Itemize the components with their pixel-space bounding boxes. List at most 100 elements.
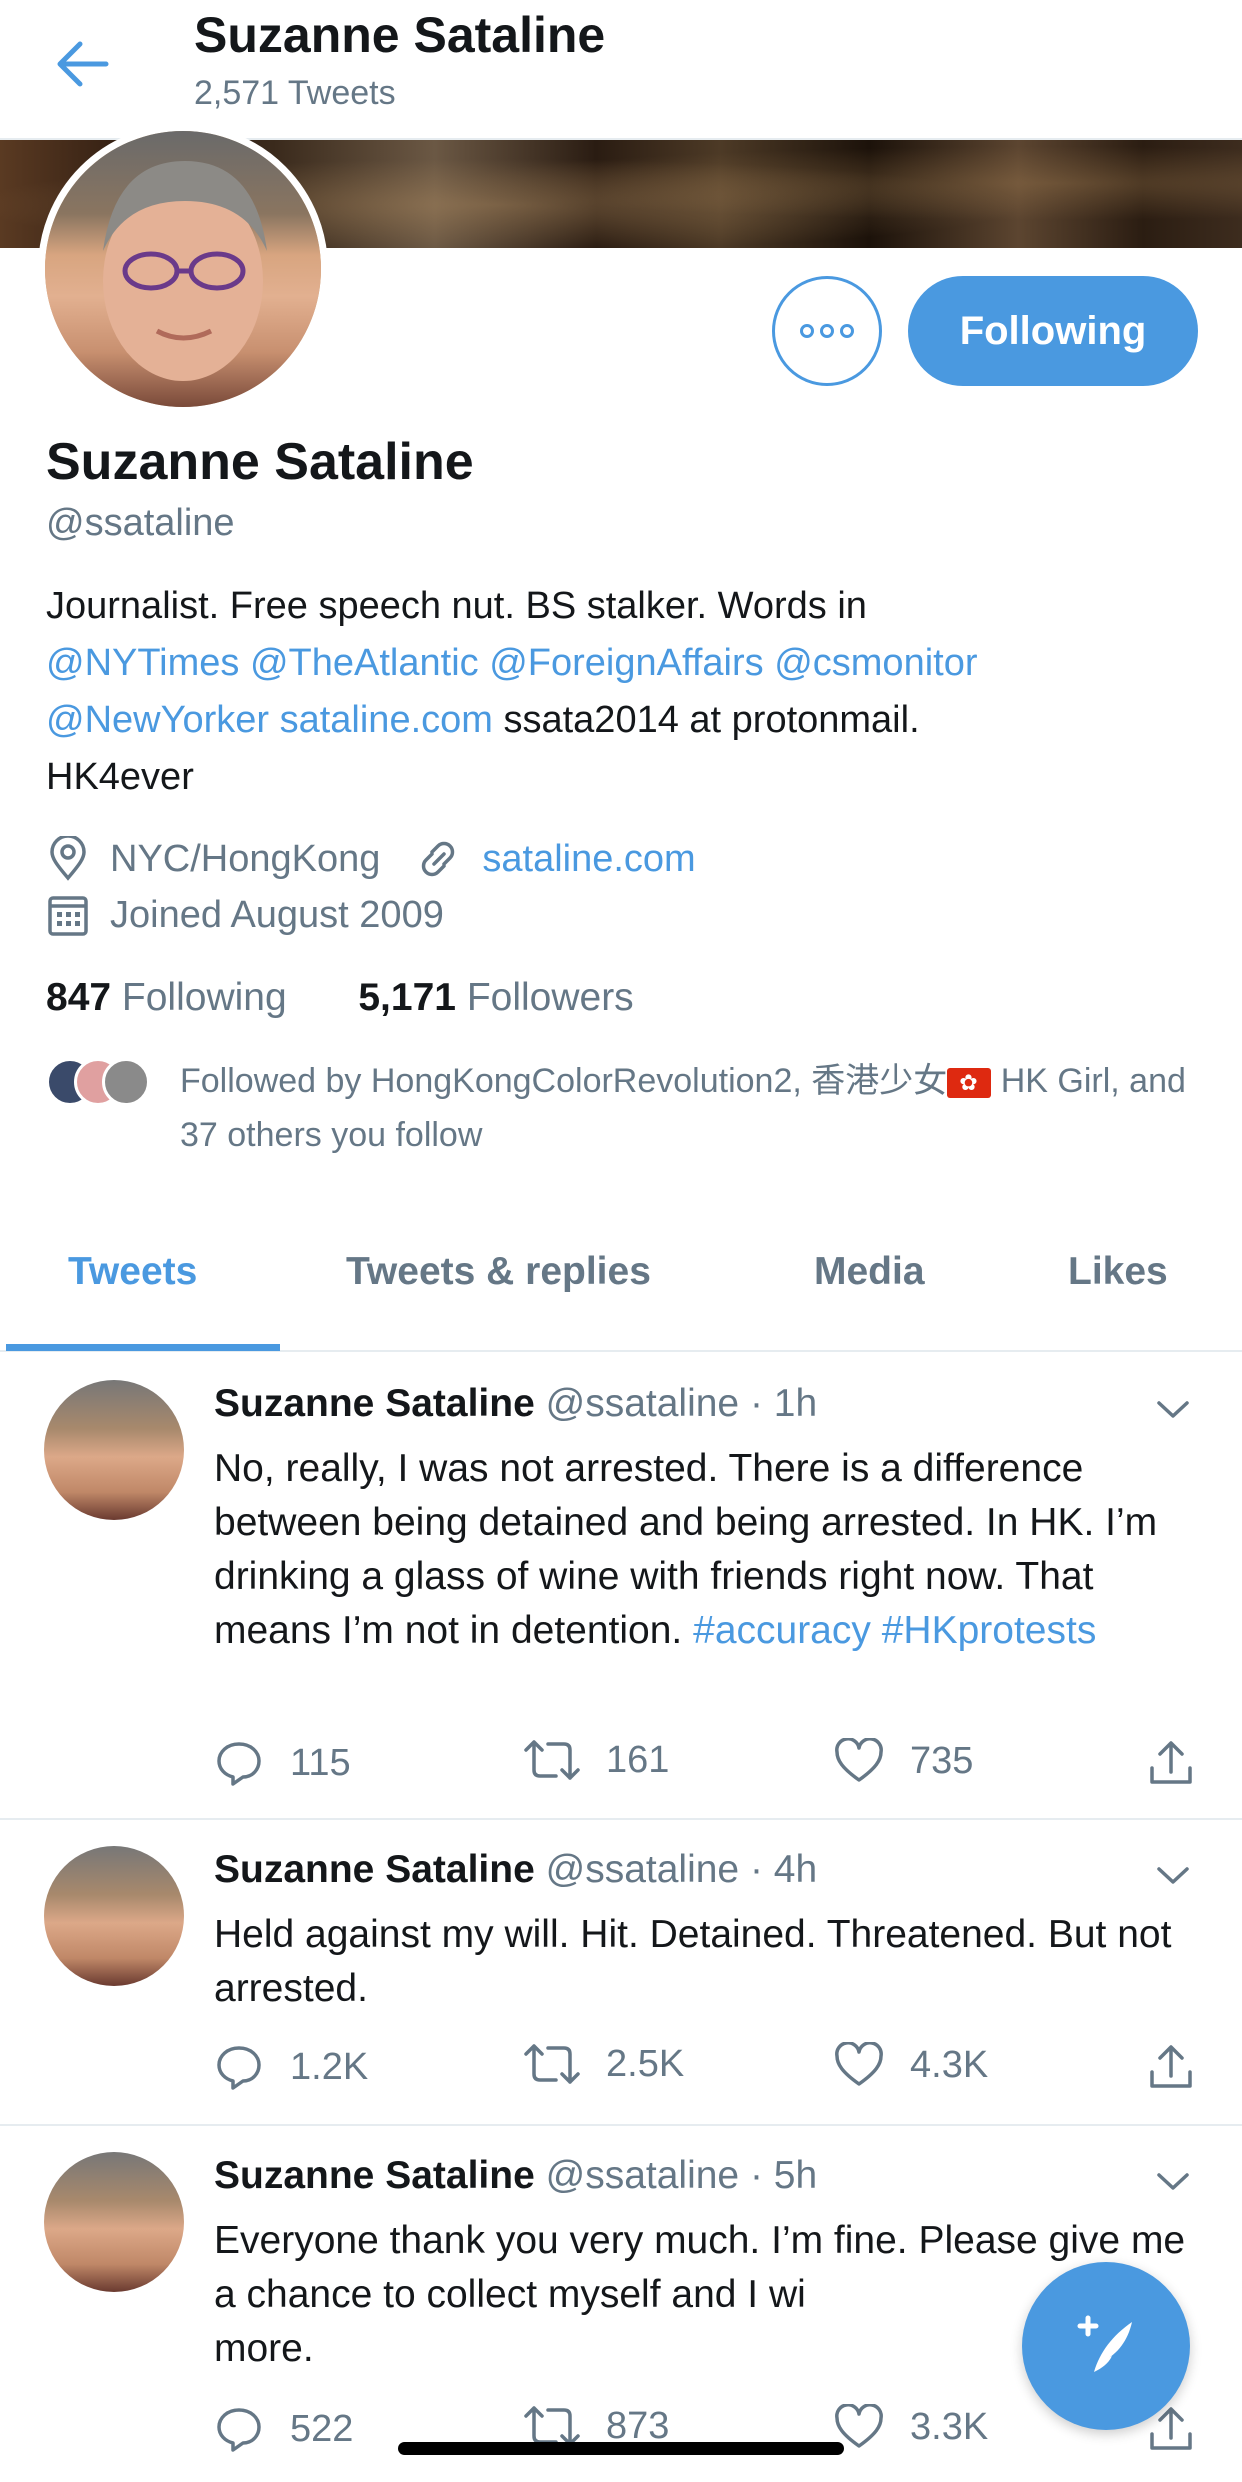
- tweet-avatar[interactable]: [44, 1846, 184, 1986]
- back-button[interactable]: [52, 36, 122, 96]
- header-title: Suzanne Sataline: [194, 7, 606, 63]
- tweet-header: Suzanne Sataline @ssataline · 5h: [214, 2154, 818, 2197]
- tweet-header: Suzanne Sataline @ssataline · 1h: [214, 1382, 818, 1425]
- bio-line: Journalist. Free speech nut. BS stalker.…: [46, 585, 867, 627]
- mention-link[interactable]: @csmonitor: [774, 642, 977, 684]
- retweet-icon: [524, 1740, 580, 1780]
- calendar-icon: [48, 896, 88, 936]
- website-link[interactable]: sataline.com: [482, 838, 695, 881]
- bio-line: HK4ever: [46, 756, 194, 798]
- follower-avatar: [102, 1058, 150, 1106]
- tweet-actions: 115 161 735: [214, 1738, 1214, 1798]
- bio-line: @NYTimes @TheAtlantic @ForeignAffairs @c…: [46, 635, 1206, 692]
- like-action[interactable]: 3.3K: [834, 2404, 988, 2450]
- reply-count: 522: [290, 2407, 354, 2450]
- chevron-down-icon[interactable]: [1156, 2172, 1190, 2192]
- hashtag-link[interactable]: #HKprotests: [882, 1609, 1097, 1652]
- tweet[interactable]: Suzanne Sataline @ssataline · 4h Held ag…: [0, 1820, 1242, 2126]
- reply-icon: [217, 2408, 261, 2452]
- hashtag-link[interactable]: #accuracy: [693, 1609, 871, 1652]
- tweet-header: Suzanne Sataline @ssataline · 4h: [214, 1848, 818, 1891]
- followers-label: Followers: [466, 976, 634, 1019]
- following-stat[interactable]: 847 Following: [46, 976, 287, 1019]
- tweet-body-end: more.: [214, 2327, 314, 2370]
- tweet-avatar[interactable]: [44, 1380, 184, 1520]
- retweet-count: 2.5K: [606, 2042, 685, 2085]
- tweet-time: 5h: [773, 2154, 818, 2197]
- tweet-author-handle: @ssataline: [545, 1382, 740, 1425]
- tab-likes[interactable]: Likes: [1068, 1250, 1168, 1294]
- reply-action[interactable]: 1.2K: [214, 2042, 368, 2092]
- tweet-actions: 1.2K 2.5K 4.3K: [214, 2042, 1214, 2102]
- location-pin-icon: [50, 836, 86, 881]
- back-arrow-icon[interactable]: [52, 36, 112, 92]
- like-heart-icon: [835, 1738, 883, 1782]
- followers-stat[interactable]: 5,171 Followers: [358, 976, 633, 1019]
- follow-stats: 847 Following 5,171 Followers: [46, 976, 634, 1020]
- tab-tweets[interactable]: Tweets: [68, 1250, 197, 1294]
- profile-tabs: Tweets Tweets & replies Media Likes: [0, 1214, 1242, 1352]
- retweet-action[interactable]: 2.5K: [524, 2042, 684, 2086]
- like-count: 4.3K: [910, 2043, 989, 2086]
- share-icon[interactable]: [1146, 1738, 1196, 1788]
- bio-line: @NewYorker sataline.com ssata2014 at pro…: [46, 692, 1206, 749]
- followers-count: 5,171: [358, 976, 456, 1019]
- location-text: NYC/HongKong: [110, 837, 381, 880]
- reply-action[interactable]: 115: [214, 1738, 351, 1788]
- profile-meta-joined-row: Joined August 2009: [46, 892, 444, 938]
- like-count: 3.3K: [910, 2405, 989, 2448]
- chevron-down-icon[interactable]: [1156, 1400, 1190, 1420]
- reply-icon: [217, 1742, 261, 1786]
- joined-date: Joined August 2009: [110, 893, 444, 936]
- following-button[interactable]: Following: [908, 276, 1198, 386]
- tweet-author-name[interactable]: Suzanne Sataline: [214, 1382, 535, 1425]
- tweet[interactable]: Suzanne Sataline @ssataline · 1h No, rea…: [0, 1354, 1242, 1820]
- like-count: 735: [910, 1739, 974, 1782]
- tweet-count: 2,571 Tweets: [194, 74, 396, 112]
- chevron-down-icon[interactable]: [1156, 1866, 1190, 1886]
- tweet-text: No, really, I was not arrested. There is…: [214, 1442, 1214, 1658]
- compose-tweet-button[interactable]: [1022, 2262, 1190, 2430]
- profile-name: Suzanne Sataline: [46, 433, 474, 491]
- mention-link[interactable]: @TheAtlantic: [250, 642, 479, 684]
- followed-by-prefix: Followed by HongKongColorRevolution2, 香港…: [180, 1062, 948, 1100]
- more-dots-icon: [800, 324, 854, 338]
- tweet-avatar[interactable]: [44, 2152, 184, 2292]
- like-heart-icon: [835, 2042, 883, 2086]
- share-icon[interactable]: [1146, 2042, 1196, 2092]
- hk-flag-icon: [947, 1068, 992, 1099]
- top-navigation-bar: Suzanne Sataline 2,571 Tweets: [0, 0, 1242, 140]
- retweet-count: 161: [606, 1738, 670, 1781]
- tweet-author-handle: @ssataline: [545, 2154, 740, 2197]
- tab-media[interactable]: Media: [814, 1250, 925, 1294]
- tweet-author-name[interactable]: Suzanne Sataline: [214, 2154, 535, 2197]
- following-label: Following: [121, 976, 287, 1019]
- like-action[interactable]: 4.3K: [834, 2042, 988, 2088]
- like-action[interactable]: 735: [834, 1738, 973, 1784]
- tweet-time: 1h: [773, 1382, 818, 1425]
- reply-count: 1.2K: [290, 2045, 369, 2088]
- profile-avatar[interactable]: [38, 124, 328, 414]
- link-icon: [422, 841, 455, 877]
- mention-link[interactable]: @ForeignAffairs: [489, 642, 763, 684]
- bio-text: ssata2014 at protonmail.: [503, 699, 920, 741]
- tab-tweets-and-replies[interactable]: Tweets & replies: [346, 1250, 651, 1294]
- mention-link[interactable]: @NYTimes: [46, 642, 239, 684]
- profile-handle: @ssataline: [46, 502, 235, 544]
- retweet-icon: [524, 2044, 580, 2084]
- reply-action[interactable]: 522: [214, 2404, 353, 2454]
- retweet-action[interactable]: 161: [524, 1738, 669, 1782]
- followed-by-text: Followed by HongKongColorRevolution2, 香港…: [180, 1054, 1220, 1162]
- following-count: 847: [46, 976, 112, 1019]
- profile-bio: Journalist. Free speech nut. BS stalker.…: [46, 578, 1206, 806]
- home-indicator: [398, 2442, 844, 2455]
- tweet-author-name[interactable]: Suzanne Sataline: [214, 1848, 535, 1891]
- compose-tweet-icon: [1077, 2315, 1132, 2372]
- profile-meta-location-row: NYC/HongKong sataline.com: [46, 836, 696, 882]
- bio-website-link[interactable]: sataline.com: [280, 699, 493, 741]
- tweet-time: 4h: [773, 1848, 818, 1891]
- more-options-button[interactable]: [772, 276, 882, 386]
- mention-link[interactable]: @NewYorker: [46, 699, 269, 741]
- reply-count: 115: [290, 1741, 351, 1784]
- tweet-text: Held against my will. Hit. Detained. Thr…: [214, 1913, 1172, 2010]
